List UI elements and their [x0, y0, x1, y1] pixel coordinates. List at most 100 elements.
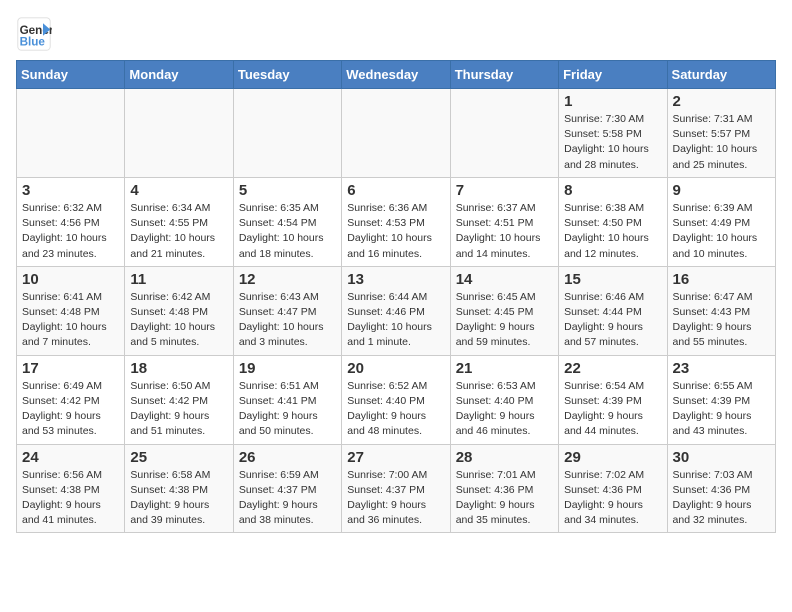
calendar-cell: 8 Sunrise: 6:38 AM Sunset: 4:50 PM Daylig…: [559, 177, 667, 266]
calendar-cell: 20Sunrise: 6:52 AM Sunset: 4:40 PM Dayli…: [342, 355, 450, 444]
day-number: 25: [130, 449, 227, 466]
day-info: Sunrise: 6:32 AM Sunset: 4:56 PM Dayligh…: [22, 201, 119, 262]
day-number: 14: [456, 271, 553, 288]
day-number: 28: [456, 449, 553, 466]
calendar-cell: 28 Sunrise: 7:01 AM Sunset: 4:36 PM Dayli…: [450, 444, 558, 533]
calendar-cell: 26 Sunrise: 6:59 AM Sunset: 4:37 PM Dayli…: [233, 444, 341, 533]
calendar-cell: 4 Sunrise: 6:34 AM Sunset: 4:55 PM Daylig…: [125, 177, 233, 266]
calendar-cell: [450, 89, 558, 178]
weekday-header-sunday: Sunday: [17, 61, 125, 89]
weekday-header-saturday: Saturday: [667, 61, 775, 89]
calendar-table: SundayMondayTuesdayWednesdayThursdayFrid…: [16, 60, 776, 533]
day-number: 11: [130, 271, 227, 288]
calendar-cell: 14 Sunrise: 6:45 AM Sunset: 4:45 PM Dayli…: [450, 266, 558, 355]
calendar-cell: 6 Sunrise: 6:36 AM Sunset: 4:53 PM Daylig…: [342, 177, 450, 266]
day-number: 7: [456, 182, 553, 199]
day-number: 16: [673, 271, 770, 288]
day-number: 6: [347, 182, 444, 199]
day-info: Sunrise: 6:36 AM Sunset: 4:53 PM Dayligh…: [347, 201, 444, 262]
day-info: Sunrise: 6:47 AM Sunset: 4:43 PM Dayligh…: [673, 290, 770, 351]
day-number: 8: [564, 182, 661, 199]
day-number: 9: [673, 182, 770, 199]
calendar-cell: 30 Sunrise: 7:03 AM Sunset: 4:36 PM Dayli…: [667, 444, 775, 533]
calendar-cell: 25 Sunrise: 6:58 AM Sunset: 4:38 PM Dayli…: [125, 444, 233, 533]
day-number: 18: [130, 360, 227, 377]
day-info: Sunrise: 6:58 AM Sunset: 4:38 PM Dayligh…: [130, 468, 227, 529]
day-info: Sunrise: 6:46 AM Sunset: 4:44 PM Dayligh…: [564, 290, 661, 351]
day-number: 1: [564, 93, 661, 110]
page-header: General Blue: [16, 16, 776, 52]
logo: General Blue: [16, 16, 56, 52]
calendar-cell: 12 Sunrise: 6:43 AM Sunset: 4:47 PM Dayli…: [233, 266, 341, 355]
calendar-cell: 29 Sunrise: 7:02 AM Sunset: 4:36 PM Dayli…: [559, 444, 667, 533]
day-info: Sunrise: 6:45 AM Sunset: 4:45 PM Dayligh…: [456, 290, 553, 351]
day-number: 21: [456, 360, 553, 377]
calendar-cell: [233, 89, 341, 178]
calendar-header: SundayMondayTuesdayWednesdayThursdayFrid…: [17, 61, 776, 89]
calendar-cell: 3 Sunrise: 6:32 AM Sunset: 4:56 PM Daylig…: [17, 177, 125, 266]
day-info: Sunrise: 6:38 AM Sunset: 4:50 PM Dayligh…: [564, 201, 661, 262]
day-info: Sunrise: 6:56 AM Sunset: 4:38 PM Dayligh…: [22, 468, 119, 529]
calendar-cell: 5 Sunrise: 6:35 AM Sunset: 4:54 PM Daylig…: [233, 177, 341, 266]
calendar-cell: 7 Sunrise: 6:37 AM Sunset: 4:51 PM Daylig…: [450, 177, 558, 266]
calendar-cell: 21 Sunrise: 6:53 AM Sunset: 4:40 PM Dayli…: [450, 355, 558, 444]
weekday-header-wednesday: Wednesday: [342, 61, 450, 89]
calendar-cell: 11Sunrise: 6:42 AM Sunset: 4:48 PM Dayli…: [125, 266, 233, 355]
day-number: 13: [347, 271, 444, 288]
calendar-cell: 13 Sunrise: 6:44 AM Sunset: 4:46 PM Dayli…: [342, 266, 450, 355]
calendar-cell: 1 Sunrise: 7:30 AM Sunset: 5:58 PM Daylig…: [559, 89, 667, 178]
day-number: 15: [564, 271, 661, 288]
calendar-cell: 15 Sunrise: 6:46 AM Sunset: 4:44 PM Dayli…: [559, 266, 667, 355]
calendar-cell: 9 Sunrise: 6:39 AM Sunset: 4:49 PM Daylig…: [667, 177, 775, 266]
calendar-cell: 18 Sunrise: 6:50 AM Sunset: 4:42 PM Dayli…: [125, 355, 233, 444]
calendar-cell: 17Sunrise: 6:49 AM Sunset: 4:42 PM Dayli…: [17, 355, 125, 444]
day-number: 29: [564, 449, 661, 466]
day-info: Sunrise: 6:51 AM Sunset: 4:41 PM Dayligh…: [239, 379, 336, 440]
day-info: Sunrise: 6:59 AM Sunset: 4:37 PM Dayligh…: [239, 468, 336, 529]
day-number: 26: [239, 449, 336, 466]
day-number: 5: [239, 182, 336, 199]
day-info: Sunrise: 6:44 AM Sunset: 4:46 PM Dayligh…: [347, 290, 444, 351]
day-number: 17: [22, 360, 119, 377]
day-info: Sunrise: 7:30 AM Sunset: 5:58 PM Dayligh…: [564, 112, 661, 173]
day-info: Sunrise: 6:43 AM Sunset: 4:47 PM Dayligh…: [239, 290, 336, 351]
weekday-header-friday: Friday: [559, 61, 667, 89]
logo-icon: General Blue: [16, 16, 52, 52]
day-info: Sunrise: 7:00 AM Sunset: 4:37 PM Dayligh…: [347, 468, 444, 529]
day-number: 10: [22, 271, 119, 288]
weekday-header-monday: Monday: [125, 61, 233, 89]
day-number: 20: [347, 360, 444, 377]
day-info: Sunrise: 6:34 AM Sunset: 4:55 PM Dayligh…: [130, 201, 227, 262]
day-info: Sunrise: 6:55 AM Sunset: 4:39 PM Dayligh…: [673, 379, 770, 440]
weekday-header-thursday: Thursday: [450, 61, 558, 89]
day-info: Sunrise: 7:03 AM Sunset: 4:36 PM Dayligh…: [673, 468, 770, 529]
calendar-cell: [342, 89, 450, 178]
day-info: Sunrise: 6:50 AM Sunset: 4:42 PM Dayligh…: [130, 379, 227, 440]
day-info: Sunrise: 6:54 AM Sunset: 4:39 PM Dayligh…: [564, 379, 661, 440]
calendar-cell: 19 Sunrise: 6:51 AM Sunset: 4:41 PM Dayli…: [233, 355, 341, 444]
day-info: Sunrise: 7:02 AM Sunset: 4:36 PM Dayligh…: [564, 468, 661, 529]
calendar-cell: [125, 89, 233, 178]
day-info: Sunrise: 6:37 AM Sunset: 4:51 PM Dayligh…: [456, 201, 553, 262]
day-info: Sunrise: 7:01 AM Sunset: 4:36 PM Dayligh…: [456, 468, 553, 529]
day-info: Sunrise: 6:39 AM Sunset: 4:49 PM Dayligh…: [673, 201, 770, 262]
calendar-cell: 24 Sunrise: 6:56 AM Sunset: 4:38 PM Dayli…: [17, 444, 125, 533]
calendar-cell: 2Sunrise: 7:31 AM Sunset: 5:57 PM Daylig…: [667, 89, 775, 178]
day-info: Sunrise: 6:41 AM Sunset: 4:48 PM Dayligh…: [22, 290, 119, 351]
day-number: 4: [130, 182, 227, 199]
day-number: 3: [22, 182, 119, 199]
day-info: Sunrise: 7:31 AM Sunset: 5:57 PM Dayligh…: [673, 112, 770, 173]
day-info: Sunrise: 6:53 AM Sunset: 4:40 PM Dayligh…: [456, 379, 553, 440]
calendar-cell: 27 Sunrise: 7:00 AM Sunset: 4:37 PM Dayli…: [342, 444, 450, 533]
svg-text:Blue: Blue: [20, 36, 46, 49]
day-number: 27: [347, 449, 444, 466]
day-info: Sunrise: 6:35 AM Sunset: 4:54 PM Dayligh…: [239, 201, 336, 262]
day-number: 12: [239, 271, 336, 288]
day-number: 30: [673, 449, 770, 466]
calendar-cell: 16 Sunrise: 6:47 AM Sunset: 4:43 PM Dayli…: [667, 266, 775, 355]
calendar-cell: 22 Sunrise: 6:54 AM Sunset: 4:39 PM Dayli…: [559, 355, 667, 444]
day-number: 22: [564, 360, 661, 377]
day-number: 24: [22, 449, 119, 466]
day-number: 19: [239, 360, 336, 377]
calendar-cell: 10 Sunrise: 6:41 AM Sunset: 4:48 PM Dayli…: [17, 266, 125, 355]
